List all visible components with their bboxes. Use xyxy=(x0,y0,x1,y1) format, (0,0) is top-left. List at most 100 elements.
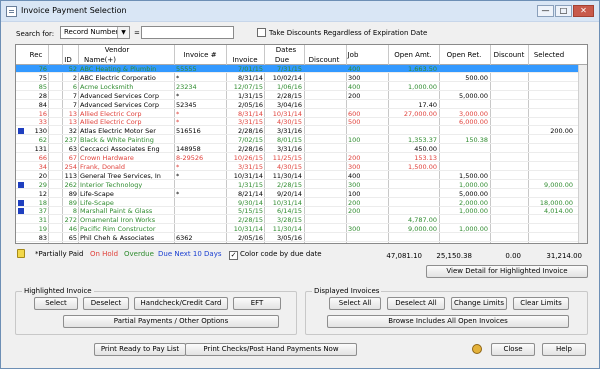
table-row[interactable]: 84 7 Advanced Services Corp 52345 2/05/16 3/0… xyxy=(16,101,587,109)
lamp-icon[interactable] xyxy=(472,344,482,354)
col-open-ret[interactable]: Open Ret. xyxy=(440,51,488,59)
table-row[interactable]: 31 272 Ornamental Iron Works 2/28/15 3/28/15… xyxy=(16,216,587,225)
table-row[interactable]: 12 89 Life-Scape * 8/21/14 9/20/14 100 5,000.00 xyxy=(16,190,587,198)
cell-idate: 2/05/16 xyxy=(237,100,263,109)
cell-disc xyxy=(306,74,344,82)
cell-sel xyxy=(529,118,573,126)
browse-all-invoices-button[interactable]: Browse Includes All Open Invoices xyxy=(327,315,569,328)
search-input[interactable] xyxy=(141,26,234,39)
close-button[interactable]: Close xyxy=(491,343,535,356)
cell-amt xyxy=(389,92,437,100)
cell-job: 300 xyxy=(348,225,361,234)
deselect-button[interactable]: Deselect xyxy=(83,297,129,310)
cell-ret: 6,000.00 xyxy=(459,118,488,127)
change-limits-button[interactable]: Change Limits xyxy=(451,297,507,310)
table-row[interactable]: 76 52 ABC Heating & Plumbin 55555 7/01/15 7/3… xyxy=(16,65,587,73)
color-code-label: Color code by due date xyxy=(240,250,322,258)
color-code-checkbox[interactable]: ✓ xyxy=(229,251,238,260)
col-invoice-no[interactable]: Invoice # xyxy=(174,51,226,59)
table-row[interactable]: 19 46 Pacific Rim Constructor 10/31/14 11/30… xyxy=(16,225,587,234)
table-row[interactable]: 28 7 Advanced Services Corp * 1/31/15 2/28/15… xyxy=(16,92,587,100)
select-button[interactable]: Select xyxy=(34,297,78,310)
cell-idate: 8/31/14 xyxy=(237,73,263,82)
cell-due: 11/30/14 xyxy=(272,171,302,180)
cell-sel xyxy=(529,92,573,100)
table-row[interactable]: 85 6 Acme Locksmith 23234 12/07/15 1/06/16 400… xyxy=(16,83,587,91)
cell-id: 13 xyxy=(68,118,77,127)
clear-limits-button[interactable]: Clear Limits xyxy=(513,297,569,310)
table-row[interactable]: 16 13 Allied Electric Corp * 8/31/14 10/31/14… xyxy=(16,110,587,118)
cell-amt xyxy=(389,181,437,189)
search-field-select[interactable]: Record Number ▼ xyxy=(60,26,130,39)
close-window-button[interactable]: ✕ xyxy=(573,5,594,17)
table-row[interactable]: 62 237 Black & White Painting 7/02/15 8/01/1… xyxy=(16,136,587,145)
cell-inv: * xyxy=(176,189,180,198)
cell-sel xyxy=(529,110,573,118)
deselect-all-button[interactable]: Deselect All xyxy=(387,297,445,310)
cell-ret: 1,500.00 xyxy=(459,171,488,180)
table-row[interactable]: 66 67 Crown Hardware 8-29526 10/26/15 11/25/1… xyxy=(16,154,587,162)
selected-marker-icon xyxy=(18,199,24,206)
cell-ret: 1,000.00 xyxy=(459,180,488,189)
cell-due: 8/01/15 xyxy=(276,136,302,145)
cell-dsc xyxy=(491,190,526,198)
col-due-date[interactable]: Due xyxy=(263,56,301,64)
cell-inv xyxy=(176,207,224,215)
col-selected[interactable]: Selected xyxy=(529,51,569,59)
cell-ret: 1,000.00 xyxy=(459,207,488,216)
view-detail-button[interactable]: View Detail for Highlighted Invoice xyxy=(426,265,588,278)
table-row[interactable]: 18 89 Life-Scape 9/30/14 10/31/14 200 2,000.00… xyxy=(16,199,587,207)
cell-disc xyxy=(306,136,344,144)
cell-sel: 9,000.00 xyxy=(544,180,573,189)
col-job[interactable]: Job xyxy=(346,51,360,59)
chevron-down-icon[interactable]: ▼ xyxy=(117,27,129,38)
cell-due: 10/02/14 xyxy=(272,73,302,82)
cell-disc xyxy=(306,216,344,224)
table-row[interactable]: 29 262 Interior Technology 1/31/15 2/28/15 30… xyxy=(16,181,587,189)
grid-vertical-scrollbar[interactable] xyxy=(578,65,587,243)
cell-job: 400 xyxy=(348,65,361,73)
cell-rec: 28 xyxy=(38,91,47,100)
cell-dsc xyxy=(491,74,526,82)
minimize-button[interactable]: — xyxy=(537,5,554,17)
cell-rec: 84 xyxy=(38,100,47,109)
search-field-value: Record Number xyxy=(64,28,119,36)
cell-inv xyxy=(176,181,224,189)
cell-sel xyxy=(529,145,573,153)
col-discount-date[interactable]: Discount xyxy=(303,56,345,64)
table-row[interactable]: 75 2 ABC Electric Corporatio * 8/31/14 10/02/… xyxy=(16,74,587,82)
table-row[interactable]: 83 65 Phil Cheh & Associates 6362 2/05/16 3/0… xyxy=(16,234,587,243)
print-ready-to-pay-button[interactable]: Print Ready to Pay List xyxy=(94,343,186,356)
cell-due: 6/14/15 xyxy=(276,207,302,216)
select-all-button[interactable]: Select All xyxy=(329,297,381,310)
table-row[interactable]: 33 13 Allied Electric Corp * 3/31/15 4/30/15 5… xyxy=(16,118,587,127)
eft-button[interactable]: EFT xyxy=(233,297,281,310)
cell-due: 3/05/16 xyxy=(276,234,302,243)
cell-inv xyxy=(176,199,224,207)
table-row[interactable]: 34 254 Frank, Donald * 3/31/15 4/30/15 300 1,50… xyxy=(16,163,587,171)
help-button[interactable]: Help xyxy=(542,343,586,356)
cell-name: Advanced Services Corp xyxy=(80,100,159,109)
col-discount[interactable]: Discount xyxy=(491,51,527,59)
cell-sel: 4,014.00 xyxy=(544,207,573,216)
cell-due: 9/20/14 xyxy=(276,189,302,198)
maximize-button[interactable]: □ xyxy=(555,5,572,17)
table-row[interactable]: 37 8 Marshall Paint & Glass 5/15/15 6/14/15 2… xyxy=(16,207,587,216)
col-invoice-date[interactable]: Invoice xyxy=(227,56,263,64)
table-row[interactable]: 20 113 General Tree Services, In * 10/31/14 1… xyxy=(16,172,587,180)
col-id[interactable]: ID xyxy=(61,56,75,64)
table-row[interactable]: 131 63 Ceccacci Associates Eng 148958 2/28/1… xyxy=(16,145,587,154)
cell-dsc xyxy=(491,83,526,91)
cell-name: Black & White Painting xyxy=(80,136,154,145)
take-discounts-checkbox[interactable] xyxy=(257,28,266,37)
cell-amt: 17.40 xyxy=(418,100,437,109)
table-row[interactable]: 130 32 Atlas Electric Motor Ser 516516 2/28/… xyxy=(16,127,587,136)
col-name[interactable]: Name(+) xyxy=(80,56,120,64)
cell-ret xyxy=(440,145,488,153)
partial-payments-button[interactable]: Partial Payments / Other Options xyxy=(63,315,279,328)
print-checks-button[interactable]: Print Checks/Post Hand Payments Now xyxy=(185,343,357,356)
col-rec[interactable]: Rec xyxy=(27,51,45,59)
col-open-amt[interactable]: Open Amt. xyxy=(388,51,438,59)
cell-dsc xyxy=(491,127,526,135)
handcheck-credit-card-button[interactable]: Handcheck/Credit Card xyxy=(134,297,228,310)
